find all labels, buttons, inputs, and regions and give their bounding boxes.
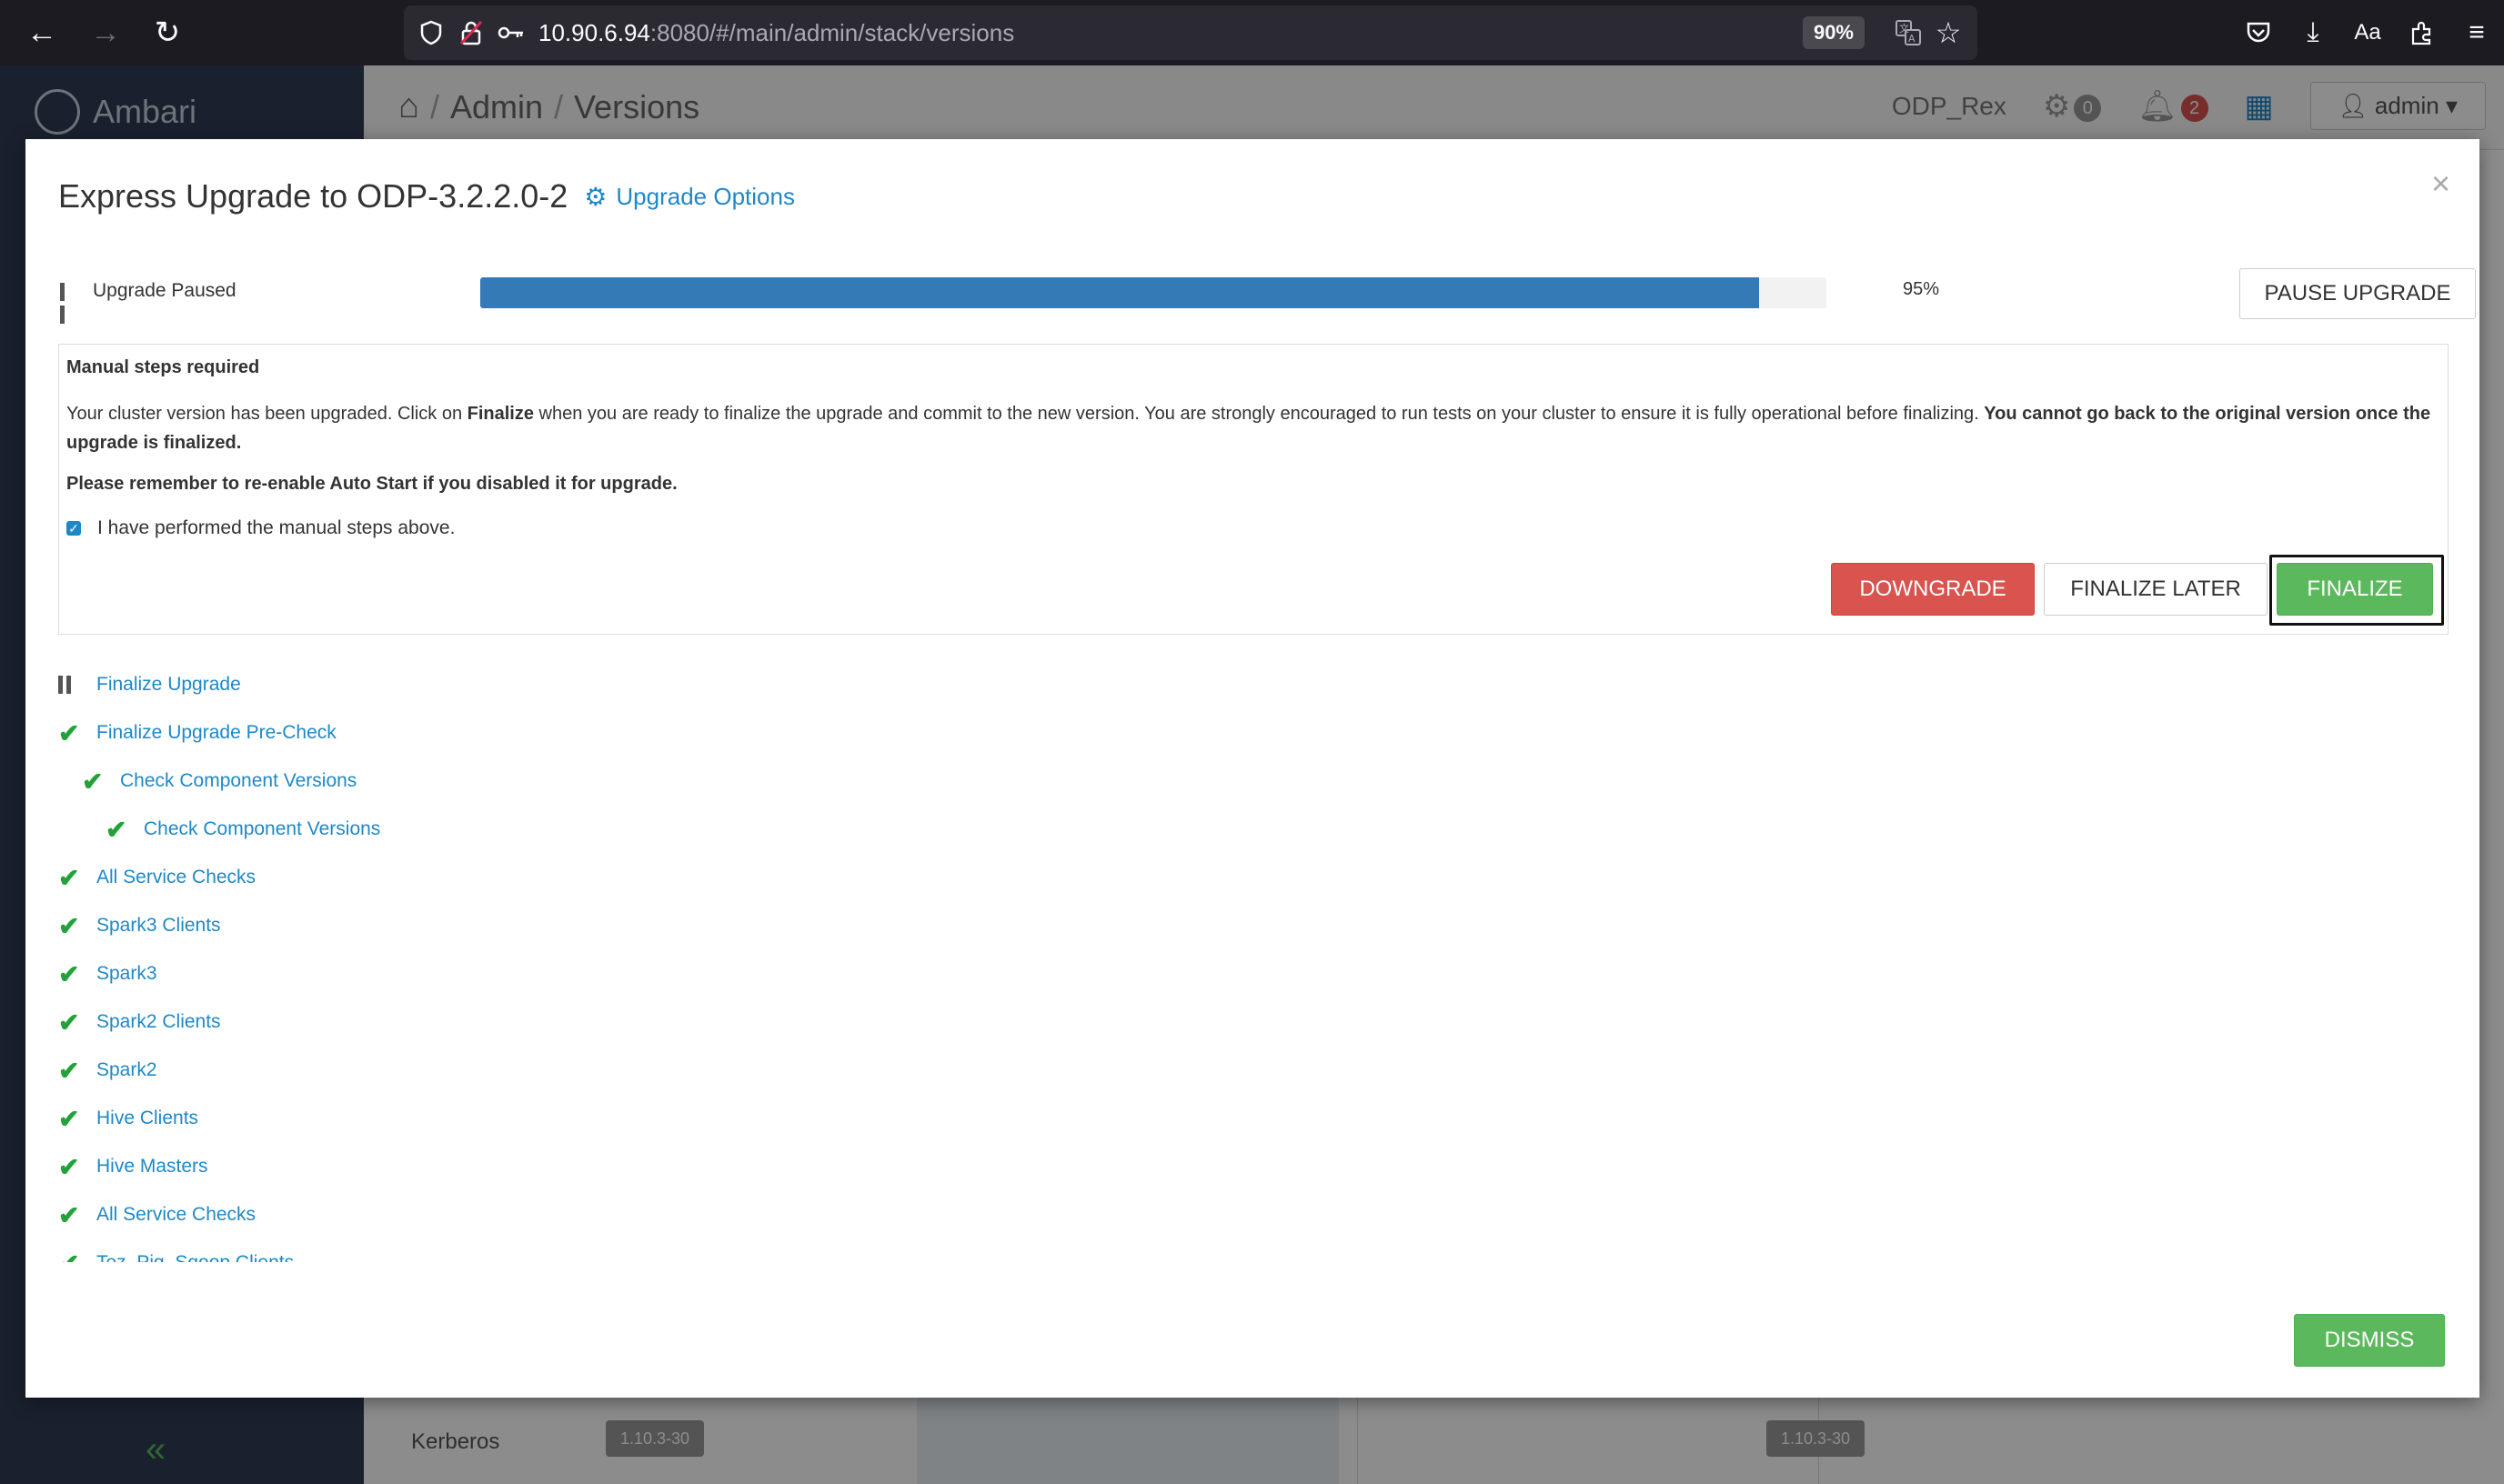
pause-upgrade-button[interactable]: PAUSE UPGRADE [2239,268,2476,319]
bookmark-star-icon[interactable]: ☆ [1928,5,1968,60]
dismiss-button[interactable]: DISMISS [2294,1314,2445,1367]
upgrade-task-item[interactable]: ✔ Check Component Versions [82,767,357,796]
shield-icon[interactable] [411,5,451,60]
upgrade-task-item[interactable]: ✔ Spark2 [58,1056,157,1085]
upgrade-progress-text: 95% [1903,279,1940,299]
forward-icon[interactable]: → [78,5,133,60]
upgrade-task-label[interactable]: Tez, Pig, Sqoop Clients [96,1252,294,1262]
upgrade-status-label: Upgrade Paused [93,280,236,301]
upgrade-options-link[interactable]: ⚙ Upgrade Options [584,182,795,212]
upgrade-task-label[interactable]: Hive Masters [96,1156,208,1178]
upgrade-task-label[interactable]: Spark3 [96,963,157,985]
upgrade-task-label[interactable]: Spark3 Clients [96,915,221,937]
upgrade-task-item[interactable]: ✔ Hive Masters [58,1152,208,1181]
insecure-lock-icon[interactable] [451,5,491,60]
upgrade-task-item[interactable]: ✔ Spark3 Clients [58,911,221,940]
reader-view-icon[interactable]: Aa [2340,5,2395,60]
checkmark-icon: ✔ [82,767,104,796]
upgrade-task-item[interactable]: ✔ Spark3 [58,960,157,988]
checkmark-icon: ✔ [58,718,80,747]
svg-text:A: A [1908,33,1916,45]
zoom-level-badge[interactable]: 90% [1802,16,1865,49]
upgrade-task-label[interactable]: Spark2 Clients [96,1011,221,1033]
upgrade-task-list: Finalize Upgrade ✔ Finalize Upgrade Pre-Ch… [58,671,1150,1262]
checkmark-icon: ✔ [106,815,127,844]
pause-icon [60,283,75,324]
reader-view-label: Aa [2354,20,2381,45]
url-host: 10.90.6.94 [538,18,650,46]
upgrade-task-label[interactable]: Check Component Versions [144,818,380,840]
checkmark-icon: ✔ [58,911,80,940]
reload-icon[interactable]: ↻ [140,5,195,60]
upgrade-task-label[interactable]: Finalize Upgrade [96,674,241,696]
url-bar[interactable]: 10.90.6.94:8080/#/main/admin/stack/versi… [404,5,1977,60]
upgrade-task-label[interactable]: All Service Checks [96,867,256,888]
browser-toolbar: ← → ↻ 10.90.6.94:8080/#/main/admin/stack… [0,0,2504,65]
manual-steps-ack[interactable]: ✓ I have performed the manual steps abov… [66,517,455,539]
modal-title: Express Upgrade to ODP-3.2.2.0-2 ⚙ Upgra… [58,177,795,216]
upgrade-options-label: Upgrade Options [616,182,795,210]
pause-icon [58,676,96,694]
upgrade-task-item[interactable]: ✔ Spark2 Clients [58,1008,221,1037]
upgrade-task-item[interactable]: ✔ All Service Checks [58,1200,256,1229]
back-icon[interactable]: ← [15,5,69,60]
checkmark-icon: ✔ [58,1056,80,1085]
upgrade-task-label[interactable]: Check Component Versions [120,770,357,792]
downgrade-button[interactable]: DOWNGRADE [1831,563,2035,616]
ack-label[interactable]: I have performed the manual steps above. [97,517,455,539]
menu-icon[interactable]: ≡ [2449,5,2504,60]
upgrade-modal: Express Upgrade to ODP-3.2.2.0-2 ⚙ Upgra… [25,139,2479,1398]
manual-steps-panel: Manual steps required Your cluster versi… [58,344,2449,635]
pocket-icon[interactable] [2231,5,2286,60]
key-icon[interactable] [491,5,531,60]
upgrade-status-row: Upgrade Paused 95% PAUSE UPGRADE [58,266,2476,330]
ack-checkbox[interactable]: ✓ [66,521,81,536]
downloads-icon[interactable]: ⤓ [2286,5,2340,60]
extensions-icon[interactable] [2395,5,2449,60]
manual-steps-title: Manual steps required [66,357,260,377]
auto-start-reminder: Please remember to re-enable Auto Start … [66,474,678,494]
translate-icon[interactable]: 文A [1888,5,1928,60]
finalize-button[interactable]: FINALIZE [2277,563,2433,616]
upgrade-task-item[interactable]: ✔ Finalize Upgrade Pre-Check [58,719,337,747]
upgrade-task-label[interactable]: All Service Checks [96,1204,256,1226]
checkmark-icon: ✔ [58,1200,80,1229]
manual-steps-message: Your cluster version has been upgraded. … [66,404,2431,453]
upgrade-progress-fill [480,277,1759,308]
upgrade-task-label[interactable]: Finalize Upgrade Pre-Check [96,722,337,744]
upgrade-task-label[interactable]: Hive Clients [96,1108,198,1129]
upgrade-progress-bar [480,277,1826,308]
checkmark-icon: ✔ [58,1152,80,1181]
url-text[interactable]: 10.90.6.94:8080/#/main/admin/stack/versi… [538,19,1014,47]
upgrade-task-item[interactable]: ✔ Check Component Versions [106,815,380,844]
checkmark-icon: ✔ [58,1008,80,1037]
upgrade-task-item[interactable]: ✔Tez, Pig, Sqoop Clients [58,1248,294,1263]
upgrade-task-item[interactable]: ✔ All Service Checks [58,863,256,892]
upgrade-task-item[interactable]: Finalize Upgrade [58,671,241,698]
checkmark-icon: ✔ [58,863,80,892]
modal-title-text: Express Upgrade to ODP-3.2.2.0-2 [58,177,568,215]
url-path: :8080/#/main/admin/stack/versions [649,18,1015,46]
gears-icon: ⚙ [584,182,608,211]
close-icon[interactable]: × [2431,165,2450,203]
upgrade-task-label[interactable]: Spark2 [96,1059,157,1081]
finalize-later-button[interactable]: FINALIZE LATER [2044,563,2268,616]
checkmark-icon: ✔ [58,959,80,988]
upgrade-task-item[interactable]: ✔ Hive Clients [58,1104,198,1133]
checkmark-icon: ✔ [58,1248,96,1263]
checkmark-icon: ✔ [58,1104,80,1133]
